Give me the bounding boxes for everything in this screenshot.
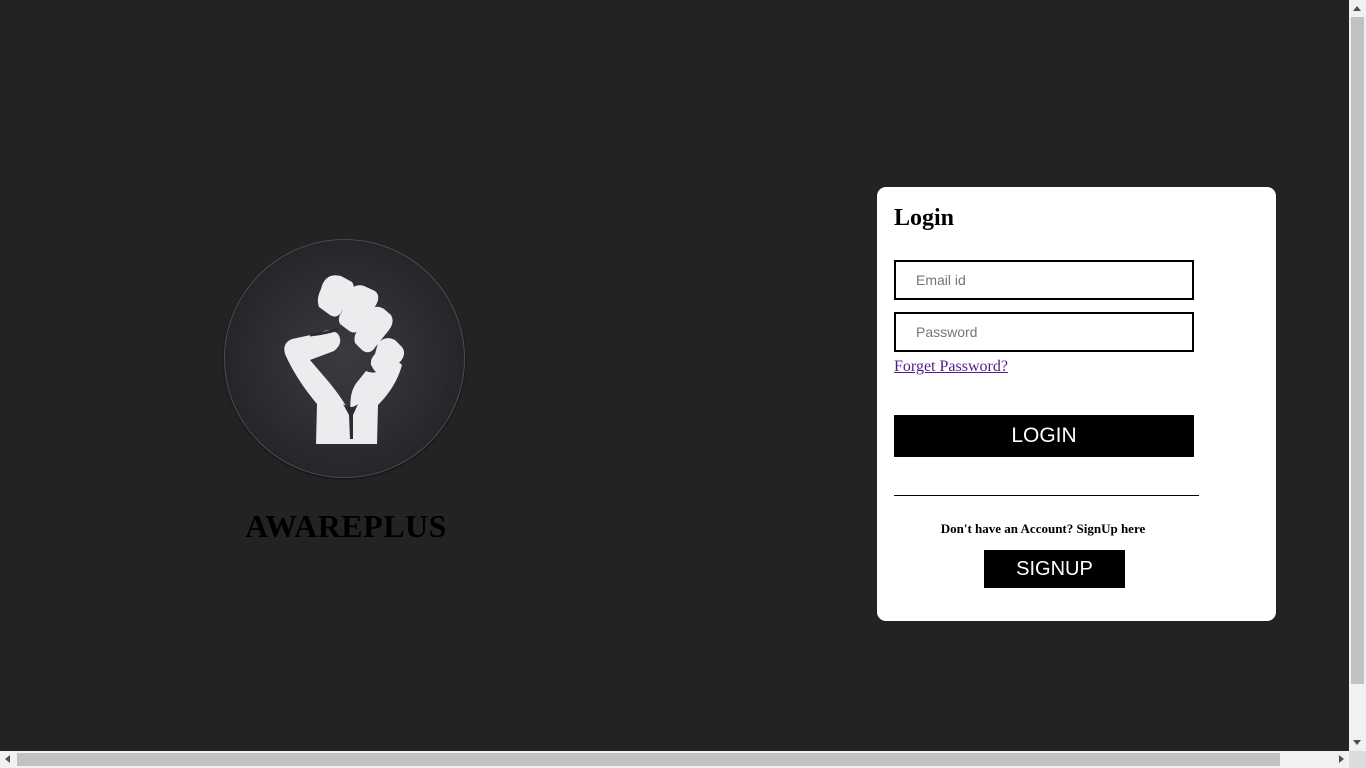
raised-fist-icon <box>284 275 405 444</box>
divider <box>894 495 1199 496</box>
vertical-scroll-thumb[interactable] <box>1351 17 1364 684</box>
password-field[interactable] <box>894 312 1194 352</box>
vertical-scrollbar[interactable] <box>1349 0 1366 751</box>
horizontal-scrollbar[interactable] <box>0 751 1349 768</box>
login-card: Login Forget Password? LOGIN Don't have … <box>877 187 1276 621</box>
horizontal-scroll-thumb[interactable] <box>17 753 1280 766</box>
signup-button[interactable]: SIGNUP <box>984 550 1125 588</box>
email-field[interactable] <box>894 260 1194 300</box>
brand-name: AWAREPLUS <box>245 508 447 544</box>
signup-prompt: Don't have an Account? SignUp here <box>940 521 1146 536</box>
scroll-left-arrow-icon[interactable] <box>5 755 10 763</box>
scroll-right-arrow-icon[interactable] <box>1339 755 1344 763</box>
login-button[interactable]: LOGIN <box>894 415 1194 457</box>
login-title: Login <box>894 205 955 231</box>
scrollbar-corner <box>1349 751 1366 768</box>
forget-password-link[interactable]: Forget Password? <box>894 358 1008 376</box>
scroll-down-arrow-icon[interactable] <box>1353 740 1361 745</box>
scroll-up-arrow-icon[interactable] <box>1353 6 1361 11</box>
page: AWAREPLUS Login Forget Password? LOGIN D… <box>0 0 1349 751</box>
brand-logo <box>224 239 465 478</box>
